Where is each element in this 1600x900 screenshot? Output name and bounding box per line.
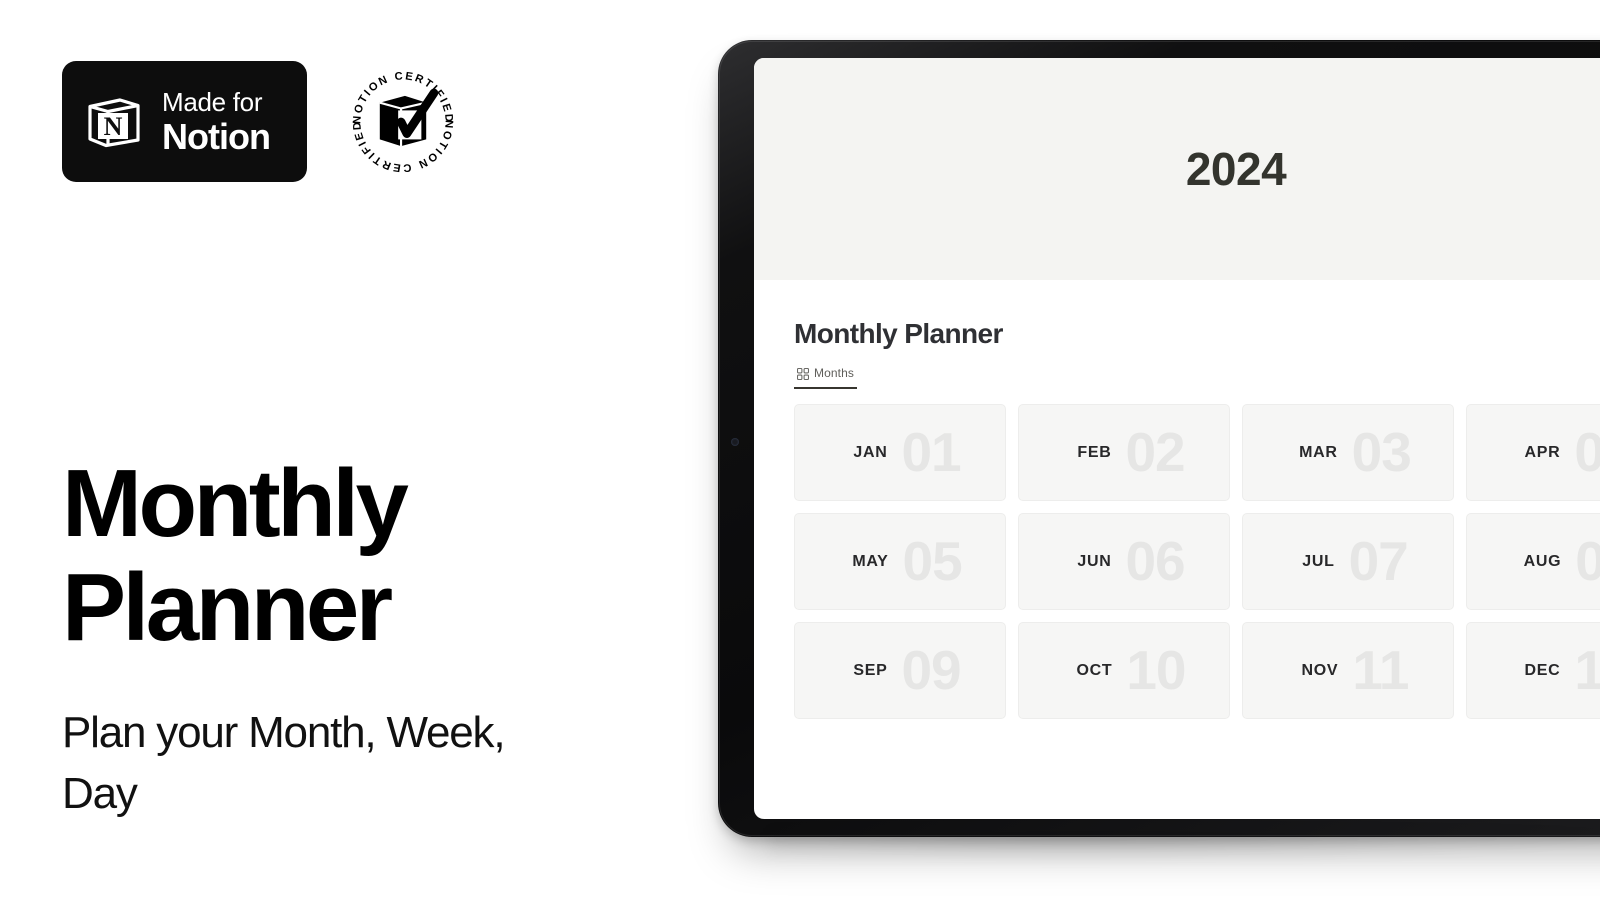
month-number: 11 [1352, 639, 1409, 701]
device-floor-shadow [770, 832, 1600, 862]
month-card[interactable]: SEP 09 [794, 622, 1006, 719]
notion-cube-icon: N [82, 90, 146, 154]
month-number: 05 [902, 530, 963, 592]
camera-dot-icon [731, 438, 739, 446]
month-abbr: NOV [1301, 661, 1339, 679]
month-number: 09 [901, 639, 961, 701]
month-number: 08 [1575, 530, 1600, 592]
month-number: 01 [901, 421, 961, 483]
month-abbr: OCT [1076, 661, 1113, 679]
month-number: 10 [1126, 639, 1186, 701]
svg-text:N: N [104, 112, 123, 141]
page-subheadline: Plan your Month, Week, Day [62, 708, 506, 818]
month-abbr: DEC [1524, 661, 1561, 679]
month-abbr: MAY [852, 552, 889, 570]
badge-line-2: Notion [162, 115, 271, 157]
month-card[interactable]: JAN 01 [794, 404, 1006, 501]
notion-page-body: Monthly Planner Months JAN 01 FEB 02 MAR… [754, 280, 1600, 719]
left-content-panel: N Made for Notion NOTION CERTIFIED NOTIO… [0, 0, 700, 900]
database-view-tabs: Months [794, 366, 1600, 389]
cover-year-text: 2024 [1185, 143, 1287, 195]
month-number: 04 [1574, 421, 1600, 483]
month-card[interactable]: FEB 02 [1018, 404, 1230, 501]
month-abbr: SEP [853, 661, 888, 679]
month-abbr: JUN [1077, 552, 1112, 570]
tablet-device-mockup: 2024 Monthly Planner Months JAN 01 FEB 0… [718, 40, 1600, 837]
brand-badges-row: N Made for Notion NOTION CERTIFIED NOTIO… [62, 61, 461, 182]
badge-line-1: Made for [162, 86, 263, 117]
month-card[interactable]: NOV 11 [1242, 622, 1454, 719]
month-number: 02 [1125, 421, 1185, 483]
month-abbr: APR [1524, 443, 1561, 461]
gallery-grid-icon [796, 367, 810, 381]
notion-page-cover: 2024 [754, 58, 1600, 280]
month-number: 12 [1574, 639, 1600, 701]
month-card[interactable]: JUL 07 [1242, 513, 1454, 610]
month-card[interactable]: APR 04 [1466, 404, 1600, 501]
month-abbr: FEB [1077, 443, 1112, 461]
month-abbr: MAR [1299, 443, 1338, 461]
month-abbr: JUL [1302, 552, 1335, 570]
made-for-notion-text: Made for Notion [162, 86, 271, 157]
month-number: 07 [1348, 530, 1409, 592]
month-card[interactable]: AUG 08 [1466, 513, 1600, 610]
month-card[interactable]: MAY 05 [794, 513, 1006, 610]
page-headline: Monthly Planner [62, 450, 409, 661]
month-abbr: JAN [853, 443, 888, 461]
tab-months-label: Months [814, 366, 854, 380]
month-card[interactable]: OCT 10 [1018, 622, 1230, 719]
tablet-screen: 2024 Monthly Planner Months JAN 01 FEB 0… [754, 58, 1600, 819]
month-card[interactable]: JUN 06 [1018, 513, 1230, 610]
month-number: 03 [1351, 421, 1412, 483]
months-gallery-grid: JAN 01 FEB 02 MAR 03 APR 04 [794, 404, 1600, 719]
notion-certified-seal-icon: NOTION CERTIFIED NOTION CERTIFIED [345, 64, 461, 180]
tab-months[interactable]: Months [794, 366, 857, 389]
month-card[interactable]: MAR 03 [1242, 404, 1454, 501]
hero-marketing-image: N Made for Notion NOTION CERTIFIED NOTIO… [0, 0, 1600, 900]
month-abbr: AUG [1523, 552, 1562, 570]
notion-page-title: Monthly Planner [794, 318, 1003, 349]
month-number: 06 [1125, 530, 1185, 592]
month-card[interactable]: DEC 12 [1466, 622, 1600, 719]
made-for-notion-badge: N Made for Notion [62, 61, 307, 182]
